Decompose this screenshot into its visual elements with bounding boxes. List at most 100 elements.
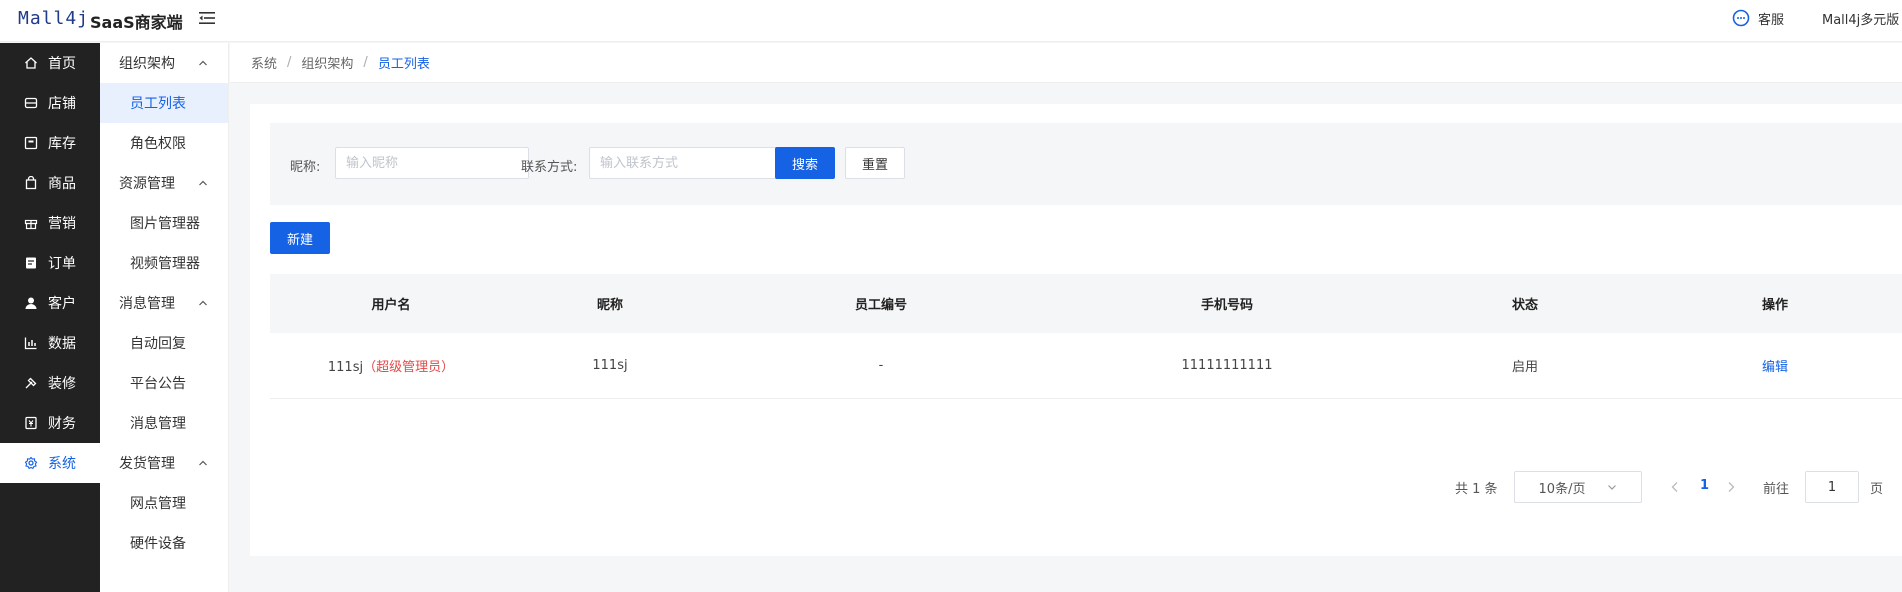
breadcrumb-item[interactable]: 系统 xyxy=(251,53,277,72)
finance-icon xyxy=(25,416,37,430)
filter-panel: 昵称: 联系方式: 搜索 重置 xyxy=(270,123,1902,205)
decor-icon xyxy=(25,377,37,389)
nickname-input[interactable] xyxy=(335,147,529,179)
chevron-up-icon xyxy=(199,460,207,466)
nav-item-order[interactable]: 订单 xyxy=(0,243,100,283)
breadcrumb-separator: / xyxy=(287,55,292,70)
goto-page-input[interactable] xyxy=(1805,471,1859,503)
breadcrumb: 系统 / 组织架构 / 员工列表 xyxy=(230,43,1902,83)
app-root: Mall4j SaaS商家端 客服 Mall4j多元版 首页 店铺 库存 商品 … xyxy=(0,0,1902,592)
nickname-label: 昵称: xyxy=(290,160,321,175)
reset-button[interactable]: 重置 xyxy=(845,147,905,179)
new-employee-button[interactable]: 新建 xyxy=(270,222,330,254)
next-page-icon[interactable] xyxy=(1724,480,1738,494)
chevron-up-icon xyxy=(199,300,207,306)
page-size-value: 10条/页 xyxy=(1538,481,1586,497)
group-label: 消息管理 xyxy=(119,296,175,312)
menu-collapse-icon[interactable] xyxy=(198,9,216,27)
nav-label: 数据 xyxy=(48,336,76,352)
product-icon xyxy=(25,176,37,190)
edit-link[interactable]: 编辑 xyxy=(1762,360,1788,375)
brand-logo[interactable]: Mall4j xyxy=(18,8,89,29)
chevron-up-icon xyxy=(199,60,207,66)
nav-label: 库存 xyxy=(48,136,76,152)
nav-item-marketing[interactable]: 营销 xyxy=(0,203,100,243)
nav-label: 订单 xyxy=(48,256,76,272)
sidebar-item-role-permissions[interactable]: 角色权限 xyxy=(100,123,228,163)
nav-label: 首页 xyxy=(48,56,76,72)
account-menu[interactable]: Mall4j多元版 xyxy=(1822,9,1902,28)
sidebar-item-image-manager[interactable]: 图片管理器 xyxy=(100,203,228,243)
sidebar-item-auto-reply[interactable]: 自动回复 xyxy=(100,323,228,363)
page-size-select[interactable]: 10条/页 xyxy=(1514,471,1642,503)
page-number-current[interactable]: 1 xyxy=(1700,478,1709,493)
nav-label: 系统 xyxy=(48,456,76,472)
prev-page-icon[interactable] xyxy=(1668,480,1682,494)
breadcrumb-item[interactable]: 组织架构 xyxy=(301,53,353,72)
column-header: 状态 xyxy=(1511,298,1538,313)
group-shipping-management[interactable]: 发货管理 xyxy=(100,443,228,483)
chevron-down-icon xyxy=(1608,485,1617,490)
nav-item-customer[interactable]: 客户 xyxy=(0,283,100,323)
group-label: 资源管理 xyxy=(119,176,175,192)
column-header: 操作 xyxy=(1761,298,1788,313)
customer-service-label: 客服 xyxy=(1757,12,1784,28)
header-right: 客服 Mall4j多元版 xyxy=(1732,0,1902,36)
gear-icon xyxy=(24,456,38,470)
username: 111sj xyxy=(327,360,364,375)
page-suffix: 页 xyxy=(1870,482,1884,497)
group-message-management[interactable]: 消息管理 xyxy=(100,283,228,323)
nav-label: 营销 xyxy=(48,216,76,232)
customer-service-button[interactable]: 客服 xyxy=(1732,9,1784,28)
nav-item-decoration[interactable]: 装修 xyxy=(0,363,100,403)
nav-item-system[interactable]: 系统 xyxy=(0,443,100,483)
username-cell: 111sj（超级管理员） xyxy=(270,356,512,375)
column-header: 昵称 xyxy=(596,298,623,313)
sidebar-item-video-manager[interactable]: 视频管理器 xyxy=(100,243,228,283)
nav-item-finance[interactable]: 财务 xyxy=(0,403,100,443)
chevron-up-icon xyxy=(199,180,207,186)
top-header: Mall4j SaaS商家端 客服 Mall4j多元版 xyxy=(0,0,1902,42)
group-org-structure[interactable]: 组织架构 xyxy=(100,43,228,83)
order-icon xyxy=(26,257,36,269)
nav-label: 客户 xyxy=(48,296,76,312)
group-label: 发货管理 xyxy=(119,456,175,472)
nav-label: 店铺 xyxy=(48,96,76,112)
chat-icon xyxy=(1732,9,1750,27)
employee-table: 用户名 昵称 员工编号 手机号码 状态 操作 111sj（超级管理员） 111s… xyxy=(270,274,1902,399)
primary-sidebar: 首页 店铺 库存 商品 营销 订单 客户 数据 装修 财务 系统 xyxy=(0,43,100,592)
nav-item-inventory[interactable]: 库存 xyxy=(0,123,100,163)
pagination-total: 共 1 条 xyxy=(1455,482,1498,497)
app-title: SaaS商家端 xyxy=(90,13,183,32)
pagination: 共 1 条 10条/页 1 前往 页 xyxy=(250,471,1902,503)
column-header: 员工编号 xyxy=(854,298,907,313)
gift-icon xyxy=(24,219,38,230)
nav-item-store[interactable]: 店铺 xyxy=(0,83,100,123)
nav-item-product[interactable]: 商品 xyxy=(0,163,100,203)
group-resource-management[interactable]: 资源管理 xyxy=(100,163,228,203)
store-icon xyxy=(24,97,38,109)
nav-item-home[interactable]: 首页 xyxy=(0,43,100,83)
secondary-sidebar: 组织架构 员工列表 角色权限 资源管理 图片管理器 视频管理器 消息管理 自动回… xyxy=(100,43,229,592)
chart-icon xyxy=(24,337,37,350)
sidebar-item-platform-notice[interactable]: 平台公告 xyxy=(100,363,228,403)
nav-item-data[interactable]: 数据 xyxy=(0,323,100,363)
status-cell: 启用 xyxy=(1511,360,1538,375)
employee-no-cell: - xyxy=(878,358,884,373)
sidebar-item-employee-list[interactable]: 员工列表 xyxy=(100,83,228,123)
search-button[interactable]: 搜索 xyxy=(775,147,835,179)
sidebar-item-outlet-manage[interactable]: 网点管理 xyxy=(100,483,228,523)
sidebar-item-message-manage[interactable]: 消息管理 xyxy=(100,403,228,443)
contact-input[interactable] xyxy=(589,147,783,179)
table-header: 用户名 昵称 员工编号 手机号码 状态 操作 xyxy=(270,274,1902,333)
action-cell: 编辑 xyxy=(1650,356,1900,375)
column-header: 手机号码 xyxy=(1200,298,1253,313)
nav-label: 装修 xyxy=(48,376,76,392)
contact-label: 联系方式: xyxy=(521,160,578,175)
goto-label: 前往 xyxy=(1763,482,1790,497)
table-row: 111sj（超级管理员） 111sj - 11111111111 启用 编辑 xyxy=(270,333,1902,399)
breadcrumb-current: 员工列表 xyxy=(377,57,430,72)
sidebar-item-hardware-device[interactable]: 硬件设备 xyxy=(100,523,228,563)
phone-cell: 11111111111 xyxy=(1181,358,1273,373)
column-header: 用户名 xyxy=(371,298,411,313)
